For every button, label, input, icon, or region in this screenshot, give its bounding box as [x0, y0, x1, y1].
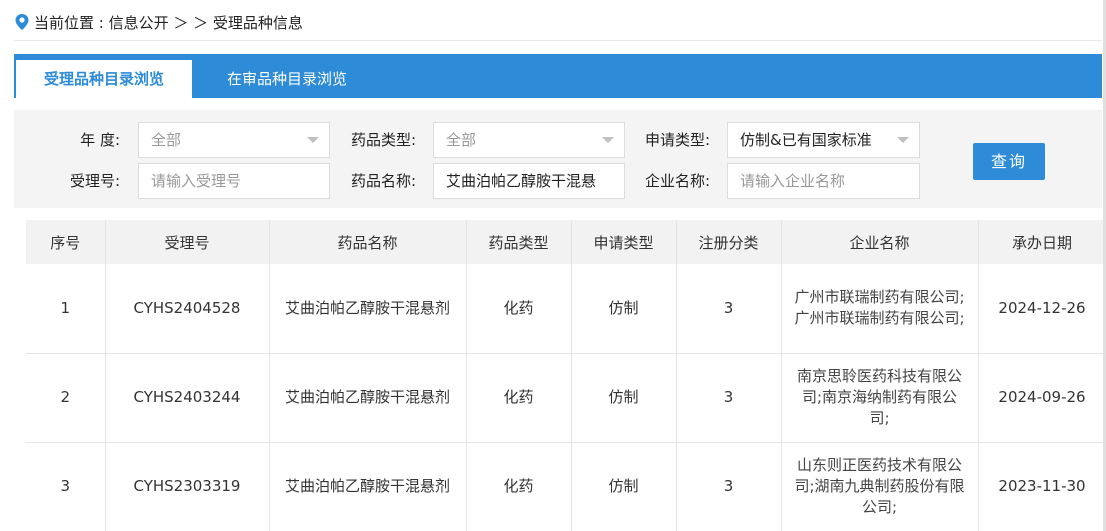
- year-select[interactable]: 全部: [138, 122, 330, 158]
- table-header-row: 序号 受理号 药品名称 药品类型 申请类型 注册分类 企业名称 承办日期: [26, 220, 1106, 264]
- column-header: 受理号: [105, 220, 270, 264]
- cell-apply-type: 仿制: [571, 353, 677, 443]
- tab-accepted-catalog[interactable]: 受理品种目录浏览: [16, 60, 192, 98]
- cell-drug-name: 艾曲泊帕乙醇胺干混悬剂: [269, 353, 467, 443]
- query-button[interactable]: 查询: [973, 143, 1045, 180]
- breadcrumb-divider: [14, 40, 1102, 41]
- cell-index: 3: [26, 442, 106, 531]
- table-row[interactable]: 2 CYHS2403244 艾曲泊帕乙醇胺干混悬剂 化药 仿制 3 南京思聆医药…: [26, 353, 1106, 443]
- drug-type-select-value: 全部: [446, 131, 477, 149]
- column-header: 序号: [26, 220, 106, 264]
- drug-name-label: 药品名称:: [350, 172, 416, 190]
- cell-date: 2024-12-26: [978, 264, 1106, 354]
- column-header: 药品类型: [466, 220, 572, 264]
- tab-under-review-catalog[interactable]: 在审品种目录浏览: [192, 60, 382, 98]
- column-header: 承办日期: [978, 220, 1106, 264]
- column-header: 注册分类: [676, 220, 782, 264]
- apply-type-label: 申请类型:: [644, 131, 710, 149]
- drug-type-select[interactable]: 全部: [433, 122, 625, 158]
- cell-drug-name: 艾曲泊帕乙醇胺干混悬剂: [269, 442, 467, 531]
- cell-reg-class: 3: [676, 264, 782, 354]
- cell-date: 2023-11-30: [978, 442, 1106, 531]
- results-table: 序号 受理号 药品名称 药品类型 申请类型 注册分类 企业名称 承办日期 1 C…: [26, 220, 1106, 531]
- cell-accept-no: CYHS2403244: [105, 353, 270, 443]
- chevron-down-icon: [602, 137, 614, 143]
- apply-type-select[interactable]: 仿制&已有国家标准: [727, 122, 920, 158]
- drug-type-label: 药品类型:: [350, 131, 416, 149]
- cell-apply-type: 仿制: [571, 442, 677, 531]
- column-header: 药品名称: [269, 220, 467, 264]
- year-select-value: 全部: [151, 131, 182, 149]
- cell-company: 广州市联瑞制药有限公司;广州市联瑞制药有限公司;: [781, 264, 979, 354]
- location-pin-icon: [14, 13, 30, 31]
- cell-apply-type: 仿制: [571, 264, 677, 354]
- cell-reg-class: 3: [676, 442, 782, 531]
- accept-no-input[interactable]: 请输入受理号: [138, 163, 330, 199]
- table-row[interactable]: 3 CYHS2303319 艾曲泊帕乙醇胺干混悬剂 化药 仿制 3 山东则正医药…: [26, 442, 1106, 531]
- cell-company: 山东则正医药技术有限公司;湖南九典制药股份有限公司;: [781, 442, 979, 531]
- company-label: 企业名称:: [644, 172, 710, 190]
- column-header: 企业名称: [781, 220, 979, 264]
- table-row[interactable]: 1 CYHS2404528 艾曲泊帕乙醇胺干混悬剂 化药 仿制 3 广州市联瑞制…: [26, 264, 1106, 354]
- company-input[interactable]: 请输入企业名称: [727, 163, 920, 199]
- cell-date: 2024-09-26: [978, 353, 1106, 443]
- chevron-down-icon: [307, 137, 319, 143]
- cell-index: 2: [26, 353, 106, 443]
- cell-company: 南京思聆医药科技有限公司;南京海纳制药有限公司;: [781, 353, 979, 443]
- accept-no-label: 受理号:: [69, 172, 120, 190]
- cell-reg-class: 3: [676, 353, 782, 443]
- year-label: 年 度:: [80, 131, 120, 149]
- cell-drug-type: 化药: [466, 442, 572, 531]
- cell-drug-type: 化药: [466, 353, 572, 443]
- chevron-down-icon: [897, 137, 909, 143]
- cell-drug-type: 化药: [466, 264, 572, 354]
- breadcrumb: 当前位置 : 信息公开 ＞ ＞ 受理品种信息: [14, 11, 303, 33]
- apply-type-select-value: 仿制&已有国家标准: [740, 131, 872, 149]
- column-header: 申请类型: [571, 220, 677, 264]
- cell-accept-no: CYHS2404528: [105, 264, 270, 354]
- cell-drug-name: 艾曲泊帕乙醇胺干混悬剂: [269, 264, 467, 354]
- breadcrumb-text: 当前位置 : 信息公开 ＞ ＞ 受理品种信息: [34, 13, 303, 32]
- cell-accept-no: CYHS2303319: [105, 442, 270, 531]
- drug-name-input[interactable]: 艾曲泊帕乙醇胺干混悬: [433, 163, 625, 199]
- tab-bar: 受理品种目录浏览 在审品种目录浏览: [14, 54, 1102, 98]
- cell-index: 1: [26, 264, 106, 354]
